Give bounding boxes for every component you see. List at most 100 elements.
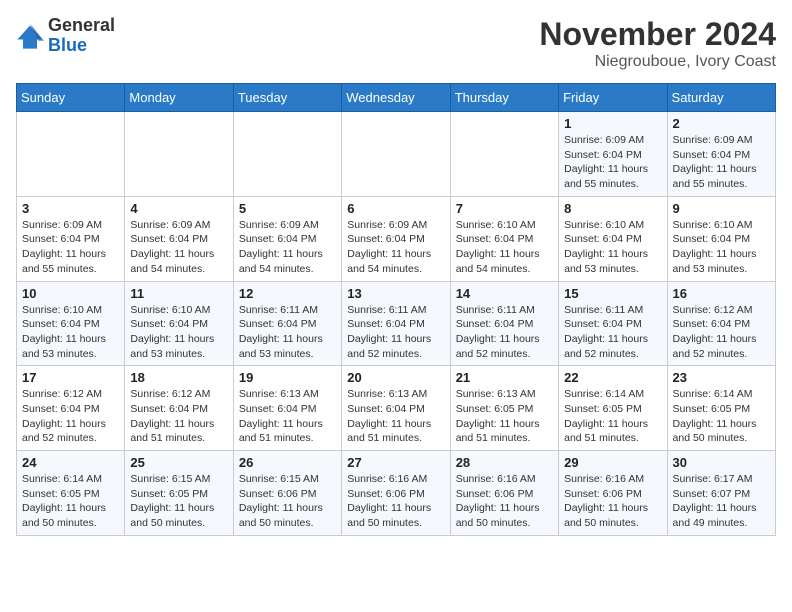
calendar-day-cell (17, 112, 125, 197)
day-number: 4 (130, 201, 227, 216)
day-number: 15 (564, 286, 661, 301)
calendar-day-cell: 26Sunrise: 6:15 AM Sunset: 6:06 PM Dayli… (233, 451, 341, 536)
day-info: Sunrise: 6:14 AM Sunset: 6:05 PM Dayligh… (673, 387, 770, 446)
calendar-day-cell: 3Sunrise: 6:09 AM Sunset: 6:04 PM Daylig… (17, 196, 125, 281)
day-number: 13 (347, 286, 444, 301)
day-info: Sunrise: 6:11 AM Sunset: 6:04 PM Dayligh… (456, 303, 553, 362)
calendar-day-cell: 23 Sunrise: 6:14 AM Sunset: 6:05 PM Dayli… (667, 366, 775, 451)
day-of-week-header: Saturday (667, 84, 775, 112)
day-of-week-header: Thursday (450, 84, 558, 112)
calendar-day-cell: 11 Sunrise: 6:10 AM Sunset: 6:04 PM Dayli… (125, 281, 233, 366)
day-number: 14 (456, 286, 553, 301)
day-info: Sunrise: 6:09 AM Sunset: 6:04 PM Dayligh… (347, 218, 444, 277)
day-number: 19 (239, 370, 336, 385)
day-info: Sunrise: 6:10 AM Sunset: 6:04 PM Dayligh… (130, 303, 227, 362)
calendar-week-row: 24 Sunrise: 6:14 AM Sunset: 6:05 PM Dayli… (17, 451, 776, 536)
day-info: Sunrise: 6:16 AM Sunset: 6:06 PM Dayligh… (347, 472, 444, 531)
day-info: Sunrise: 6:11 AM Sunset: 6:04 PM Dayligh… (347, 303, 444, 362)
day-number: 12 (239, 286, 336, 301)
day-info: Sunrise: 6:13 AM Sunset: 6:05 PM Dayligh… (456, 387, 553, 446)
day-info: Sunrise: 6:14 AM Sunset: 6:05 PM Dayligh… (22, 472, 119, 531)
day-number: 2 (673, 116, 770, 131)
calendar-day-cell: 21 Sunrise: 6:13 AM Sunset: 6:05 PM Dayli… (450, 366, 558, 451)
calendar-day-cell: 13 Sunrise: 6:11 AM Sunset: 6:04 PM Dayli… (342, 281, 450, 366)
day-number: 25 (130, 455, 227, 470)
day-info: Sunrise: 6:14 AM Sunset: 6:05 PM Dayligh… (564, 387, 661, 446)
day-number: 6 (347, 201, 444, 216)
day-of-week-header: Monday (125, 84, 233, 112)
day-number: 20 (347, 370, 444, 385)
calendar-day-cell: 12Sunrise: 6:11 AM Sunset: 6:04 PM Dayli… (233, 281, 341, 366)
title-block: November 2024 Niegrouboue, Ivory Coast (539, 16, 776, 71)
day-info: Sunrise: 6:15 AM Sunset: 6:05 PM Dayligh… (130, 472, 227, 531)
day-number: 28 (456, 455, 553, 470)
calendar-day-cell: 9 Sunrise: 6:10 AM Sunset: 6:04 PM Daylig… (667, 196, 775, 281)
day-number: 30 (673, 455, 770, 470)
day-info: Sunrise: 6:17 AM Sunset: 6:07 PM Dayligh… (673, 472, 770, 531)
calendar-day-cell: 27 Sunrise: 6:16 AM Sunset: 6:06 PM Dayli… (342, 451, 450, 536)
calendar-day-cell: 22Sunrise: 6:14 AM Sunset: 6:05 PM Dayli… (559, 366, 667, 451)
day-number: 23 (673, 370, 770, 385)
logo-text: General Blue (48, 16, 115, 56)
day-info: Sunrise: 6:10 AM Sunset: 6:04 PM Dayligh… (673, 218, 770, 277)
day-info: Sunrise: 6:12 AM Sunset: 6:04 PM Dayligh… (130, 387, 227, 446)
day-info: Sunrise: 6:09 AM Sunset: 6:04 PM Dayligh… (239, 218, 336, 277)
calendar-day-cell: 24 Sunrise: 6:14 AM Sunset: 6:05 PM Dayli… (17, 451, 125, 536)
calendar-day-cell: 29 Sunrise: 6:16 AM Sunset: 6:06 PM Dayli… (559, 451, 667, 536)
calendar-day-cell: 25 Sunrise: 6:15 AM Sunset: 6:05 PM Dayli… (125, 451, 233, 536)
day-info: Sunrise: 6:12 AM Sunset: 6:04 PM Dayligh… (22, 387, 119, 446)
calendar-day-cell: 19 Sunrise: 6:13 AM Sunset: 6:04 PM Dayli… (233, 366, 341, 451)
day-number: 27 (347, 455, 444, 470)
calendar-day-cell: 16Sunrise: 6:12 AM Sunset: 6:04 PM Dayli… (667, 281, 775, 366)
calendar-day-cell: 17 Sunrise: 6:12 AM Sunset: 6:04 PM Dayli… (17, 366, 125, 451)
calendar-day-cell: 1Sunrise: 6:09 AM Sunset: 6:04 PM Daylig… (559, 112, 667, 197)
day-info: Sunrise: 6:10 AM Sunset: 6:04 PM Dayligh… (22, 303, 119, 362)
calendar-week-row: 1 Sunrise: 6:09 AM Sunset: 6:04 PM Daylig… (17, 112, 776, 197)
day-info: Sunrise: 6:10 AM Sunset: 6:04 PM Dayligh… (456, 218, 553, 277)
calendar-day-cell: 7 Sunrise: 6:10 AM Sunset: 6:04 PM Daylig… (450, 196, 558, 281)
calendar-day-cell: 10 Sunrise: 6:10 AM Sunset: 6:04 PM Dayli… (17, 281, 125, 366)
logo: General Blue (16, 16, 115, 56)
calendar-day-cell (233, 112, 341, 197)
day-number: 26 (239, 455, 336, 470)
day-of-week-header: Tuesday (233, 84, 341, 112)
calendar-table: SundayMondayTuesdayWednesdayThursdayFrid… (16, 83, 776, 536)
calendar-day-cell: 28Sunrise: 6:16 AM Sunset: 6:06 PM Dayli… (450, 451, 558, 536)
day-info: Sunrise: 6:10 AM Sunset: 6:04 PM Dayligh… (564, 218, 661, 277)
calendar-header-row: SundayMondayTuesdayWednesdayThursdayFrid… (17, 84, 776, 112)
day-number: 8 (564, 201, 661, 216)
day-number: 24 (22, 455, 119, 470)
calendar-day-cell (450, 112, 558, 197)
day-info: Sunrise: 6:13 AM Sunset: 6:04 PM Dayligh… (239, 387, 336, 446)
calendar-day-cell: 18 Sunrise: 6:12 AM Sunset: 6:04 PM Dayli… (125, 366, 233, 451)
month-title: November 2024 (539, 16, 776, 53)
calendar-week-row: 17 Sunrise: 6:12 AM Sunset: 6:04 PM Dayli… (17, 366, 776, 451)
day-number: 29 (564, 455, 661, 470)
calendar-day-cell: 6 Sunrise: 6:09 AM Sunset: 6:04 PM Daylig… (342, 196, 450, 281)
day-info: Sunrise: 6:16 AM Sunset: 6:06 PM Dayligh… (564, 472, 661, 531)
day-of-week-header: Friday (559, 84, 667, 112)
day-number: 1 (564, 116, 661, 131)
calendar-day-cell: 5Sunrise: 6:09 AM Sunset: 6:04 PM Daylig… (233, 196, 341, 281)
calendar-day-cell: 14 Sunrise: 6:11 AM Sunset: 6:04 PM Dayli… (450, 281, 558, 366)
day-number: 7 (456, 201, 553, 216)
calendar-day-cell: 20 Sunrise: 6:13 AM Sunset: 6:04 PM Dayli… (342, 366, 450, 451)
day-of-week-header: Wednesday (342, 84, 450, 112)
day-info: Sunrise: 6:12 AM Sunset: 6:04 PM Dayligh… (673, 303, 770, 362)
calendar-day-cell: 8 Sunrise: 6:10 AM Sunset: 6:04 PM Daylig… (559, 196, 667, 281)
day-info: Sunrise: 6:09 AM Sunset: 6:04 PM Dayligh… (130, 218, 227, 277)
location-title: Niegrouboue, Ivory Coast (539, 53, 776, 71)
calendar-day-cell: 4 Sunrise: 6:09 AM Sunset: 6:04 PM Daylig… (125, 196, 233, 281)
calendar-day-cell: 15 Sunrise: 6:11 AM Sunset: 6:04 PM Dayli… (559, 281, 667, 366)
day-number: 9 (673, 201, 770, 216)
page-header: General Blue November 2024 Niegrouboue, … (16, 16, 776, 71)
day-number: 11 (130, 286, 227, 301)
day-number: 18 (130, 370, 227, 385)
day-number: 10 (22, 286, 119, 301)
day-of-week-header: Sunday (17, 84, 125, 112)
day-number: 17 (22, 370, 119, 385)
day-info: Sunrise: 6:13 AM Sunset: 6:04 PM Dayligh… (347, 387, 444, 446)
day-number: 21 (456, 370, 553, 385)
day-info: Sunrise: 6:09 AM Sunset: 6:04 PM Dayligh… (673, 133, 770, 192)
day-info: Sunrise: 6:11 AM Sunset: 6:04 PM Dayligh… (564, 303, 661, 362)
